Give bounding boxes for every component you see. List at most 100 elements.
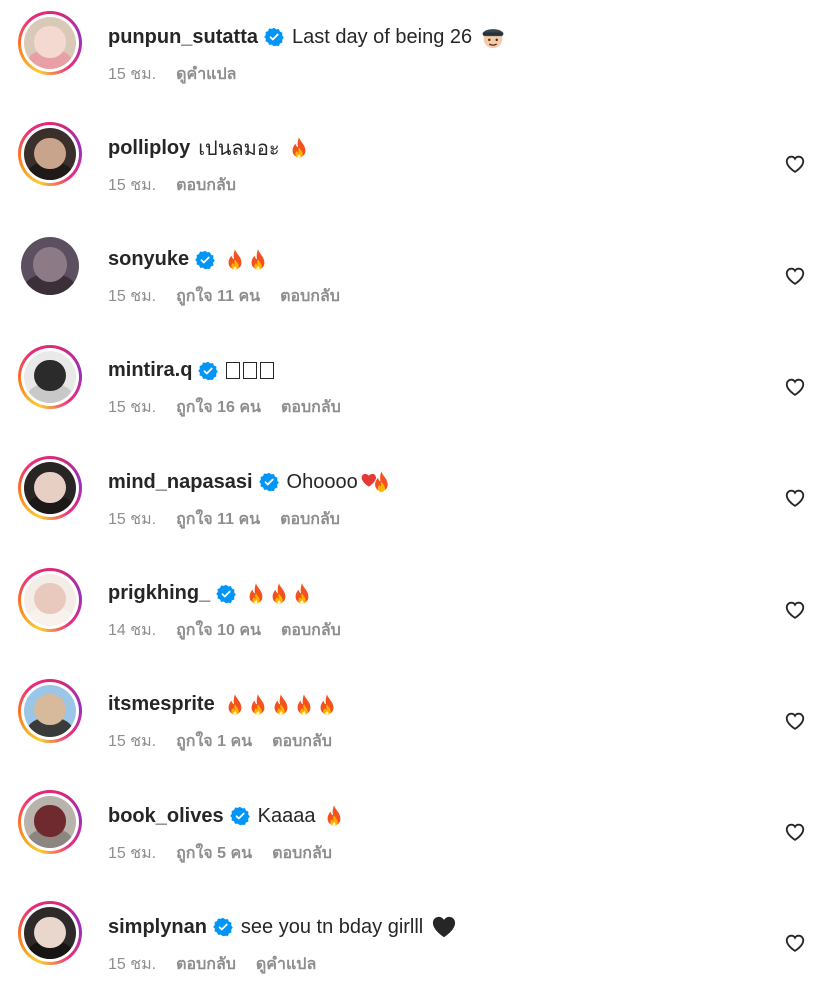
avatar-face	[34, 694, 66, 726]
avatar-frame	[21, 793, 79, 852]
reply-button[interactable]: ตอบกลับ	[272, 729, 332, 754]
comment-header: prigkhing_	[108, 579, 313, 609]
avatar-face	[34, 26, 66, 58]
verified-badge-icon	[258, 472, 279, 492]
verified-badge-icon	[264, 27, 284, 47]
comment-meta: 15 ชม. ถูกใจ 5 คน ตอบกลับ	[108, 842, 352, 864]
comment-header: simplynan see you tn bday girlll	[108, 912, 457, 942]
reply-button[interactable]: ตอบกลับ	[176, 952, 236, 977]
comment-meta: 15 ชม. ดูคำแปล	[108, 63, 256, 85]
like-heart-icon[interactable]	[784, 153, 806, 175]
username-link[interactable]: polliploy	[108, 137, 190, 160]
comment-timestamp[interactable]: 15 ชม.	[108, 729, 156, 754]
like-count[interactable]: ถูกใจ 11 คน	[176, 284, 260, 309]
comment-meta: 15 ชม. ตอบกลับ	[108, 174, 256, 196]
comment-timestamp[interactable]: 15 ชม.	[108, 173, 156, 198]
reply-button[interactable]: ตอบกลับ	[280, 507, 340, 532]
avatar-frame	[21, 570, 79, 629]
avatar-frame	[21, 236, 79, 295]
fire-emoji-icon	[224, 693, 246, 717]
comment-timestamp[interactable]: 15 ชม.	[108, 841, 156, 866]
comment-header: itsmesprite	[108, 690, 338, 720]
comment-timestamp[interactable]: 15 ชม.	[108, 284, 156, 309]
fire-emoji-icon	[288, 136, 310, 160]
avatar[interactable]	[18, 456, 82, 521]
avatar-frame	[21, 904, 79, 963]
avatar[interactable]	[18, 790, 82, 855]
username-link[interactable]: simplynan	[108, 916, 207, 939]
reply-button[interactable]: ตอบกลับ	[280, 284, 340, 309]
username-link[interactable]: prigkhing_	[108, 582, 210, 605]
missing-glyph-icon	[226, 362, 275, 380]
comment-text: Kaaaa	[258, 804, 346, 828]
like-heart-icon[interactable]	[784, 487, 806, 509]
avatar[interactable]	[18, 234, 82, 298]
verified-badge-icon	[195, 250, 215, 270]
like-heart-icon[interactable]	[784, 710, 806, 732]
avatar-face	[34, 137, 66, 169]
avatar[interactable]	[18, 122, 82, 187]
fire-emoji-icon	[247, 693, 269, 717]
comment-text: see you tn bday girlll	[241, 915, 457, 939]
like-count[interactable]: ถูกใจ 1 คน	[176, 729, 252, 754]
avatar[interactable]	[18, 567, 82, 632]
username-link[interactable]: book_olives	[108, 805, 224, 828]
comment-item: book_olives Kaaaa 15 ชม. ถูกใจ 5 คน ตอบกลับ	[0, 779, 820, 890]
comment-timestamp[interactable]: 15 ชม.	[108, 62, 156, 87]
comment-item: sonyuke 15 ชม. ถูกใจ 11 คน ตอบกลับ	[0, 223, 820, 334]
comment-header: mind_napasasi Ohoooo	[108, 467, 394, 497]
comment-timestamp[interactable]: 15 ชม.	[108, 507, 156, 532]
heart-fire-emoji-icon	[358, 470, 394, 494]
avatar[interactable]	[18, 678, 82, 743]
username-link[interactable]: mind_napasasi	[108, 471, 253, 494]
reply-button[interactable]: ตอบกลับ	[272, 841, 332, 866]
avatar-face	[34, 805, 66, 837]
avatar-face	[34, 360, 66, 392]
like-heart-icon[interactable]	[784, 932, 806, 954]
comment-timestamp[interactable]: 14 ชม.	[108, 618, 156, 643]
avatar-image	[24, 796, 76, 849]
username-link[interactable]: mintira.q	[108, 359, 192, 382]
like-heart-icon[interactable]	[784, 821, 806, 843]
comment-item: simplynan see you tn bday girlll 15 ชม. ตอบ…	[0, 890, 820, 987]
like-heart-icon[interactable]	[784, 599, 806, 621]
reply-button[interactable]: ตอบกลับ	[176, 173, 236, 198]
avatar-image	[24, 684, 76, 737]
avatar-face	[34, 916, 66, 948]
reply-button[interactable]: ตอบกลับ	[281, 395, 341, 420]
like-heart-icon[interactable]	[784, 376, 806, 398]
avatar-frame	[21, 459, 79, 518]
avatar-image	[24, 17, 76, 69]
reply-button[interactable]: ตอบกลับ	[281, 618, 341, 643]
fire-emoji-icon	[270, 693, 292, 717]
avatar-image	[21, 236, 79, 295]
username-link[interactable]: sonyuke	[108, 248, 189, 271]
fire-emoji-icon	[224, 248, 246, 272]
verified-badge-icon	[216, 584, 237, 604]
comment-header: book_olives Kaaaa	[108, 801, 345, 831]
avatar[interactable]	[18, 11, 82, 75]
comment-timestamp[interactable]: 15 ชม.	[108, 952, 156, 977]
username-link[interactable]: itsmesprite	[108, 693, 215, 716]
like-heart-icon[interactable]	[784, 265, 806, 287]
comment-item: mind_napasasi Ohoooo 15 ชม. ถูกใจ 11 คน ตอบก…	[0, 445, 820, 556]
fire-emoji-icon	[247, 248, 269, 272]
avatar-image	[24, 573, 76, 626]
like-count[interactable]: ถูกใจ 5 คน	[176, 841, 252, 866]
see-translation-button[interactable]: ดูคำแปล	[256, 952, 316, 977]
avatar[interactable]	[18, 901, 82, 966]
see-translation-button[interactable]: ดูคำแปล	[176, 62, 236, 87]
comment-timestamp[interactable]: 15 ชม.	[108, 395, 156, 420]
comment-header: polliploy เปนลมอะ	[108, 133, 310, 163]
like-count[interactable]: ถูกใจ 11 คน	[176, 507, 260, 532]
username-link[interactable]: punpun_sutatta	[108, 26, 258, 49]
comment-meta: 15 ชม. ถูกใจ 11 คน ตอบกลับ	[108, 508, 360, 530]
avatar-face	[34, 582, 66, 615]
like-count[interactable]: ถูกใจ 10 คน	[176, 618, 261, 643]
like-count[interactable]: ถูกใจ 16 คน	[176, 395, 261, 420]
comment-meta: 15 ชม. ถูกใจ 11 คน ตอบกลับ	[108, 286, 360, 308]
comment-item: itsmesprite 15 ชม. ถูกใจ 1 คน ตอบกลับ	[0, 668, 820, 779]
comment-text	[223, 248, 269, 272]
avatar[interactable]	[18, 344, 82, 409]
comment-text: Ohoooo	[287, 470, 394, 494]
